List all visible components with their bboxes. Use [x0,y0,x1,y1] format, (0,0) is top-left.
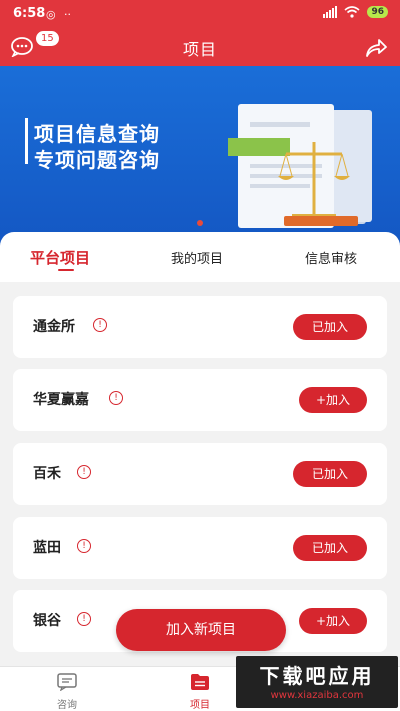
status-bar: 6:58 ◎ ·· 96 [0,0,400,28]
share-icon[interactable] [364,37,388,59]
tab-bar: 平台项目 我的项目 信息审核 [0,232,400,282]
info-icon[interactable]: ! [77,612,91,626]
info-icon[interactable]: ! [93,318,107,332]
joined-button[interactable]: 已加入 [293,535,367,561]
more-dots-icon: ·· [64,8,71,21]
status-time: 6:58 [13,6,46,21]
notification-icon: ◎ [46,8,56,21]
nav-projects-label: 项目 [190,700,210,711]
nav-consult-label: 咨询 [57,700,77,711]
nav-projects[interactable]: 项目 [170,671,230,711]
promo-banner[interactable]: 项目信息查询 专项问题咨询 [0,66,400,246]
project-card[interactable]: 通金所 ! 已加入 [13,296,387,358]
watermark-url: www.xiazaiba.com [270,690,364,701]
project-card[interactable]: 百禾 ! 已加入 [13,443,387,505]
info-icon[interactable]: ! [77,539,91,553]
join-button[interactable]: +加入 [299,387,367,413]
project-icon [191,674,209,690]
document-scales-illustration [228,104,372,228]
info-icon[interactable]: ! [77,465,91,479]
watermark-title: 下载吧应用 [259,664,375,688]
tab-platform-projects[interactable]: 平台项目 [30,247,90,268]
page-title: 项目 [182,40,217,59]
signal-icon [323,6,338,18]
project-name: 百禾 [33,466,61,482]
watermark-logo: 下载吧应用 www.xiazaiba.com [236,656,398,708]
join-button[interactable]: +加入 [299,608,367,634]
project-name: 通金所 [33,319,75,335]
carousel-dot[interactable] [197,220,203,226]
chat-icon [57,673,77,692]
joined-button[interactable]: 已加入 [293,314,367,340]
add-new-project-button[interactable]: 加入新项目 [116,609,286,651]
nav-consult[interactable]: 咨询 [37,671,97,711]
banner-accent-bar [25,118,28,164]
wifi-icon [344,6,360,18]
project-name: 蓝田 [33,540,61,556]
tab-my-projects[interactable]: 我的项目 [171,248,223,267]
banner-line-1: 项目信息查询 [34,122,160,146]
project-name: 华夏赢嘉 [33,392,89,408]
project-name: 银谷 [33,613,61,629]
app-header: 6:58 ◎ ·· 96 15 项目 [0,0,400,66]
status-right: 96 [323,6,388,18]
active-tab-indicator [58,269,74,271]
banner-line-2: 专项问题咨询 [34,148,160,172]
info-icon[interactable]: ! [109,391,123,405]
battery-indicator: 96 [367,6,388,18]
project-card[interactable]: 蓝田 ! 已加入 [13,517,387,579]
project-card[interactable]: 华夏赢嘉 ! +加入 [13,369,387,431]
tab-info-review[interactable]: 信息审核 [305,248,357,267]
joined-button[interactable]: 已加入 [293,461,367,487]
